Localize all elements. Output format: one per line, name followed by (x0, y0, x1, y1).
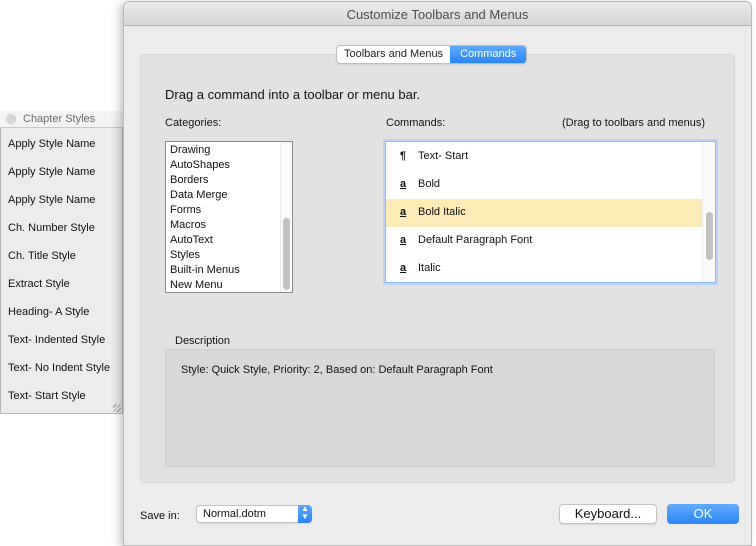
character-style-icon: a (400, 234, 407, 246)
category-item[interactable]: Styles (170, 249, 200, 261)
command-label: Italic (418, 262, 441, 274)
category-item[interactable]: Data Merge (170, 189, 227, 201)
dialog-title: Customize Toolbars and Menus (346, 7, 529, 22)
category-item[interactable]: Macros (170, 219, 206, 231)
palette-title: Chapter Styles (23, 113, 96, 125)
palette-titlebar[interactable]: Chapter Styles (0, 111, 124, 128)
description-label: Description (175, 335, 231, 347)
palette-item[interactable]: Heading- A Style (8, 306, 89, 318)
resize-grip-icon[interactable] (113, 404, 121, 412)
palette-item[interactable]: Ch. Title Style (8, 250, 76, 262)
palette-item[interactable]: Ch. Number Style (8, 222, 95, 234)
command-label: Bold Italic (418, 206, 466, 218)
commands-panel: Drag a command into a toolbar or menu ba… (140, 54, 735, 483)
character-style-icon: a (400, 262, 407, 274)
save-in-value: Normal.dotm (203, 508, 266, 520)
category-item[interactable]: New Menu (170, 279, 223, 291)
command-row[interactable]: a Bold (386, 171, 704, 199)
dialog-titlebar[interactable]: Customize Toolbars and Menus (124, 2, 751, 26)
commands-label: Commands: (386, 117, 446, 129)
customize-dialog: Customize Toolbars and Menus Toolbars an… (124, 2, 751, 545)
command-label: Text- Start (418, 150, 469, 162)
chapter-styles-palette: Chapter Styles Apply Style Name Apply St… (0, 111, 124, 414)
categories-scroll-thumb[interactable] (283, 218, 290, 290)
command-row[interactable]: a Default Paragraph Font (386, 227, 704, 255)
category-item[interactable]: Borders (170, 174, 209, 186)
ok-button[interactable]: OK (667, 504, 739, 524)
palette-item[interactable]: Apply Style Name (8, 166, 95, 178)
save-in-label: Save in: (140, 510, 180, 522)
command-row-selected[interactable]: a Bold Italic (386, 199, 704, 227)
description-text: Style: Quick Style, Priority: 2, Based o… (181, 364, 493, 376)
keyboard-button[interactable]: Keyboard... (559, 504, 657, 524)
tab-control: Toolbars and Menus Commands (336, 45, 528, 64)
paragraph-style-icon: ¶ (400, 150, 407, 162)
palette-item[interactable]: Extract Style (8, 278, 70, 290)
instruction-text: Drag a command into a toolbar or menu ba… (165, 87, 421, 102)
categories-list[interactable]: Drawing AutoShapes Borders Data Merge Fo… (165, 141, 293, 293)
character-style-icon: a (400, 206, 407, 218)
categories-label: Categories: (165, 117, 222, 129)
chevron-up-down-icon: ▲ ▼ (298, 505, 312, 523)
palette-item[interactable]: Apply Style Name (8, 138, 95, 150)
tab-toolbars-and-menus[interactable]: Toolbars and Menus (337, 46, 451, 63)
command-label: Default Paragraph Font (418, 234, 533, 246)
commands-hint: (Drag to toolbars and menus) (562, 117, 706, 129)
category-item[interactable]: AutoShapes (170, 159, 230, 171)
category-item[interactable]: Forms (170, 204, 201, 216)
tab-commands[interactable]: Commands (450, 46, 527, 63)
commands-scroll-thumb[interactable] (706, 212, 713, 260)
palette-item[interactable]: Apply Style Name (8, 194, 95, 206)
save-in-popup[interactable]: Normal.dotm ▲ ▼ (196, 505, 312, 523)
palette-item[interactable]: Text- No Indent Style (8, 362, 110, 374)
palette-item[interactable]: Text- Indented Style (8, 334, 105, 346)
category-item[interactable]: AutoText (170, 234, 213, 246)
commands-list[interactable]: ¶ Text- Start a Bold a Bold Italic a Def… (385, 141, 716, 283)
command-label: Bold (418, 178, 441, 190)
character-style-icon: a (400, 178, 407, 190)
category-item[interactable]: Drawing (170, 144, 210, 156)
commands-scrollbar[interactable] (702, 142, 715, 282)
description-box: Style: Quick Style, Priority: 2, Based o… (165, 349, 715, 467)
categories-scrollbar[interactable] (280, 142, 292, 292)
palette-close-button[interactable] (6, 114, 16, 124)
palette-item[interactable]: Text- Start Style (8, 390, 86, 402)
category-item[interactable]: Built-in Menus (170, 264, 240, 276)
command-row[interactable]: ¶ Text- Start (386, 143, 704, 171)
command-row[interactable]: a Italic (386, 255, 704, 282)
palette-list: Apply Style Name Apply Style Name Apply … (0, 128, 123, 414)
